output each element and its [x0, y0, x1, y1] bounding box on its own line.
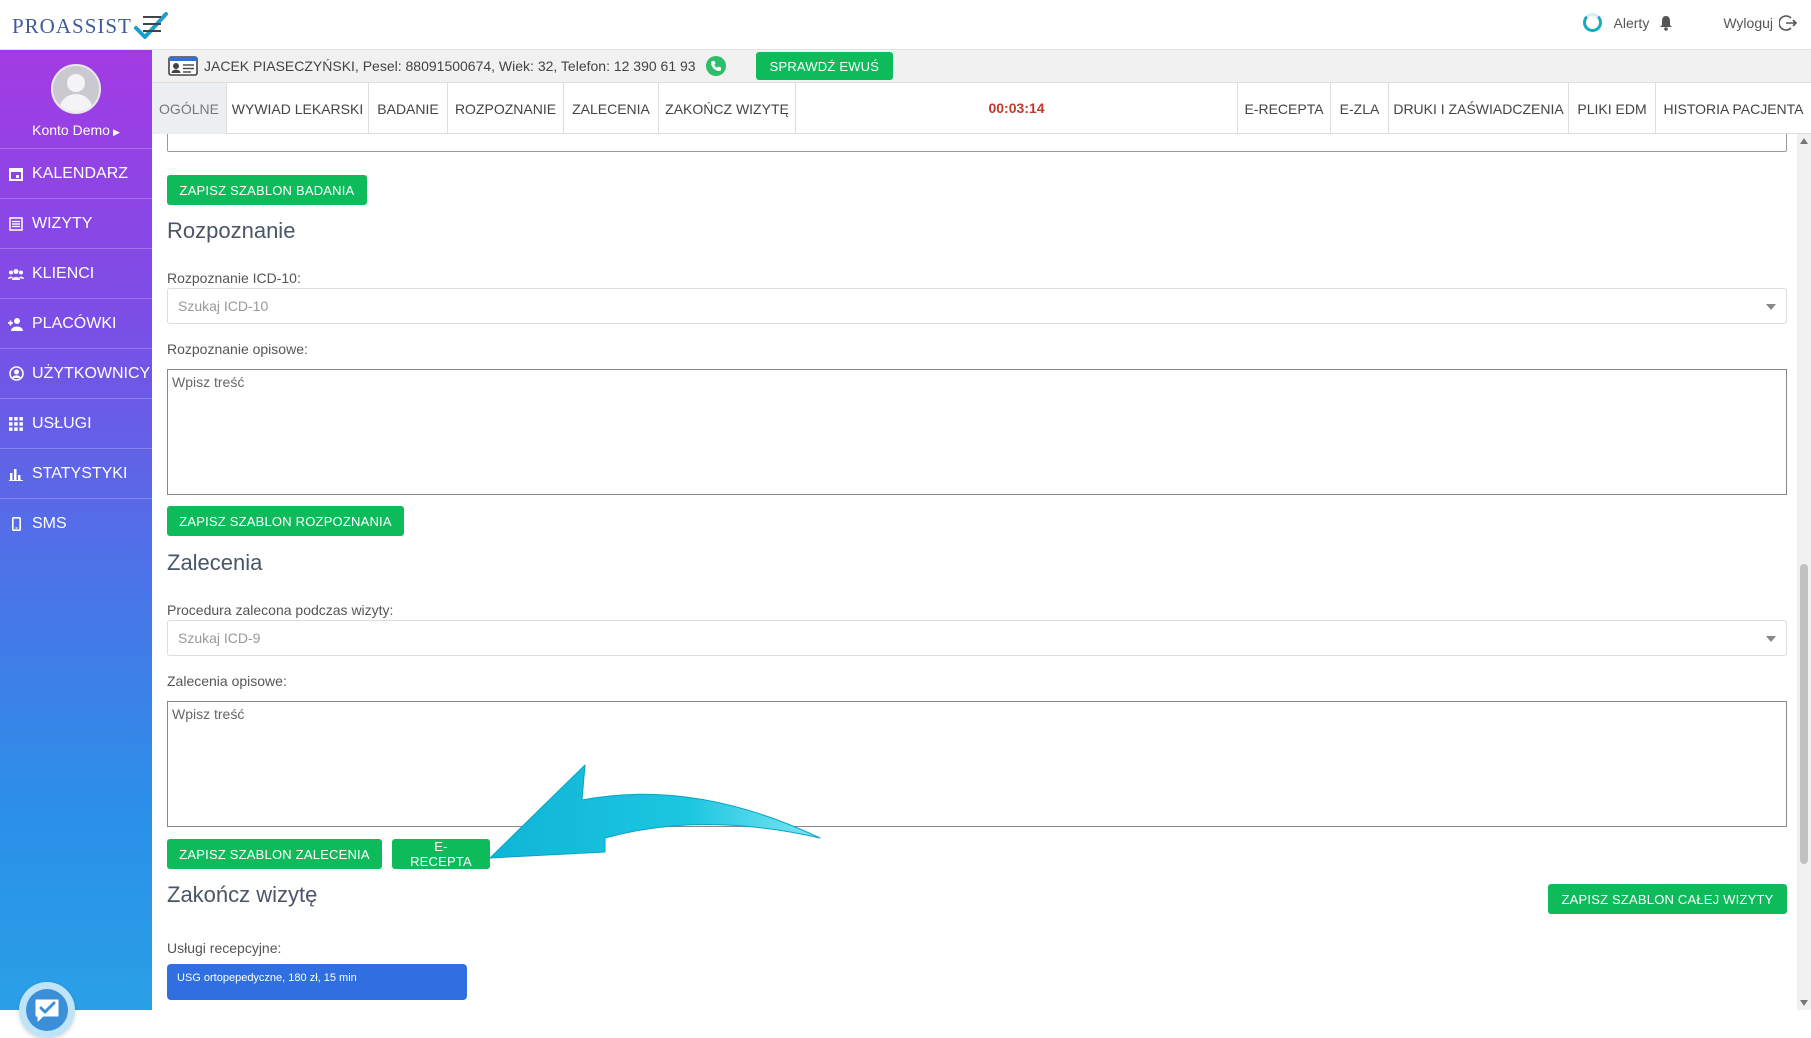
- tab-e-recepta[interactable]: E-RECEPTA: [1238, 83, 1331, 134]
- grid-icon: [8, 416, 24, 432]
- scroll-up-icon[interactable]: [1800, 138, 1808, 144]
- list-icon: [8, 216, 24, 232]
- tab-e-zla[interactable]: E-ZLA: [1331, 83, 1389, 134]
- zalecenia-title: Zalecenia: [167, 550, 263, 575]
- users-icon: [8, 266, 24, 282]
- logo-text: PROASSIST: [12, 13, 132, 38]
- sidebar-item-klienci[interactable]: KLIENCI: [0, 248, 152, 298]
- alerts-label: Alerty: [1613, 14, 1650, 31]
- sidebar-item-wizyty[interactable]: WIZYTY: [0, 198, 152, 248]
- sidebar-item-label: KALENDARZ: [32, 164, 129, 182]
- sidebar-item-label: KLIENCI: [32, 264, 95, 282]
- icd10-select[interactable]: Szukaj ICD-10: [167, 288, 1787, 324]
- icd9-placeholder: Szukaj ICD-9: [178, 630, 261, 646]
- profile: Konto Demo ▶: [0, 50, 152, 148]
- sidebar: Konto Demo ▶ KALENDARZ WIZYTY KLIENCI PLA…: [0, 50, 152, 1038]
- tab-zakoncz-wizyte[interactable]: ZAKOŃCZ WIZYTĘ: [659, 83, 796, 134]
- sidebar-item-placowki[interactable]: PLACÓWKI: [0, 298, 152, 348]
- patient-bar: JACEK PIASECZYŃSKI, Pesel: 88091500674, …: [152, 50, 1811, 82]
- phone-icon: [8, 516, 24, 532]
- procedure-label: Procedura zalecona podczas wizyty:: [167, 602, 394, 618]
- sidebar-item-label: STATYSTYKI: [32, 464, 128, 482]
- sidebar-item-statystyki[interactable]: STATYSTYKI: [0, 448, 152, 498]
- badanie-textarea-bottom[interactable]: [167, 134, 1787, 152]
- tab-zalecenia[interactable]: ZALECENIA: [564, 83, 659, 134]
- zalecenia-desc-textarea[interactable]: [167, 701, 1787, 827]
- chevron-down-icon: [1766, 636, 1776, 642]
- tab-pliki-edm[interactable]: PLIKI EDM: [1569, 83, 1656, 134]
- sidebar-item-label: UŻYTKOWNICY: [32, 364, 151, 382]
- sidebar-item-uslugi[interactable]: USŁUGI: [0, 398, 152, 448]
- tab-badanie[interactable]: BADANIE: [369, 83, 448, 134]
- chat-check-icon: [35, 999, 59, 1022]
- user-circle-icon: [8, 366, 24, 382]
- tab-wywiad-lekarski[interactable]: WYWIAD LEKARSKI: [227, 83, 369, 134]
- tab-ogolne[interactable]: OGÓLNE: [152, 83, 227, 134]
- check-ewus-button[interactable]: SPRAWDŹ EWUŚ: [755, 52, 894, 80]
- calendar-icon: [8, 166, 24, 182]
- icd10-label: Rozpoznanie ICD-10:: [167, 270, 301, 286]
- scrollbar-thumb[interactable]: [1800, 564, 1808, 864]
- bar-chart-icon: [8, 466, 24, 482]
- sidebar-item-uzytkownicy[interactable]: UŻYTKOWNICY: [0, 348, 152, 398]
- profile-menu[interactable]: Konto Demo ▶: [0, 122, 152, 138]
- sidebar-item-label: USŁUGI: [32, 414, 92, 432]
- scroll-down-icon[interactable]: [1800, 1000, 1808, 1006]
- tab-druki-i-zaswiadczenia[interactable]: DRUKI I ZAŚWIADCZENIA: [1389, 83, 1569, 134]
- sidebar-item-kalendarz[interactable]: KALENDARZ: [0, 148, 152, 198]
- avatar[interactable]: [51, 64, 101, 114]
- service-chip[interactable]: USG ortopepedyczne, 180 zł, 15 min: [167, 964, 467, 1000]
- id-card-icon: [168, 56, 198, 76]
- alerts-button[interactable]: Alerty: [1614, 15, 1674, 31]
- user-add-icon: [8, 316, 24, 332]
- top-bar: PROASSIST Alerty Wyloguj: [0, 0, 1811, 50]
- call-patient-icon[interactable]: [705, 56, 726, 76]
- icd10-placeholder: Szukaj ICD-10: [178, 298, 269, 314]
- e-recepta-button[interactable]: E-RECEPTA: [392, 839, 490, 869]
- rozpoznanie-desc-label: Rozpoznanie opisowe:: [167, 341, 308, 357]
- sidebar-item-label: SMS: [32, 514, 67, 532]
- chevron-down-icon: [1766, 304, 1776, 310]
- save-zalecenia-template-button[interactable]: ZAPISZ SZABLON ZALECENIA: [167, 839, 382, 869]
- tab-rozpoznanie[interactable]: ROZPOZNANIE: [448, 83, 564, 134]
- profile-name: Konto Demo: [32, 122, 110, 138]
- icd9-select[interactable]: Szukaj ICD-9: [167, 620, 1787, 656]
- bell-icon: [1660, 15, 1673, 31]
- services-label: Usługi recepcyjne:: [167, 940, 282, 956]
- logout-button[interactable]: Wyloguj: [1723, 14, 1797, 32]
- top-right-controls: Alerty Wyloguj: [1582, 13, 1797, 32]
- vertical-scrollbar[interactable]: [1797, 134, 1811, 1010]
- zakoncz-title: Zakończ wizytę: [167, 882, 318, 907]
- sidebar-item-sms[interactable]: SMS: [0, 498, 152, 548]
- zalecenia-desc-label: Zalecenia opisowe:: [167, 673, 287, 689]
- caret-right-icon: ▶: [112, 127, 120, 137]
- visit-timer: 00:03:14: [796, 83, 1238, 133]
- logout-icon: [1779, 14, 1797, 31]
- rozpoznanie-title: Rozpoznanie: [167, 218, 296, 243]
- visit-tabs: OGÓLNE WYWIAD LEKARSKI BADANIE ROZPOZNAN…: [152, 82, 1811, 134]
- main-content: ZAPISZ SZABLON BADANIA Rozpoznanie Rozpo…: [152, 134, 1797, 1010]
- sidebar-item-label: WIZYTY: [32, 214, 93, 232]
- loading-spinner-icon: [1582, 13, 1602, 32]
- save-badanie-template-button[interactable]: ZAPISZ SZABLON BADANIA: [167, 175, 367, 205]
- tab-historia-pacjenta[interactable]: HISTORIA PACJENTA: [1656, 83, 1811, 134]
- rozpoznanie-desc-textarea[interactable]: [167, 369, 1787, 495]
- logout-label: Wyloguj: [1723, 14, 1773, 31]
- chat-help-button[interactable]: [19, 982, 75, 1038]
- patient-info: JACEK PIASECZYŃSKI, Pesel: 88091500674, …: [204, 58, 696, 74]
- menu-toggle-icon[interactable]: [143, 16, 161, 32]
- save-rozpoznanie-template-button[interactable]: ZAPISZ SZABLON ROZPOZNANIA: [167, 506, 404, 536]
- sidebar-item-label: PLACÓWKI: [32, 314, 117, 332]
- save-full-visit-template-button[interactable]: ZAPISZ SZABLON CAŁEJ WIZYTY: [1548, 884, 1787, 914]
